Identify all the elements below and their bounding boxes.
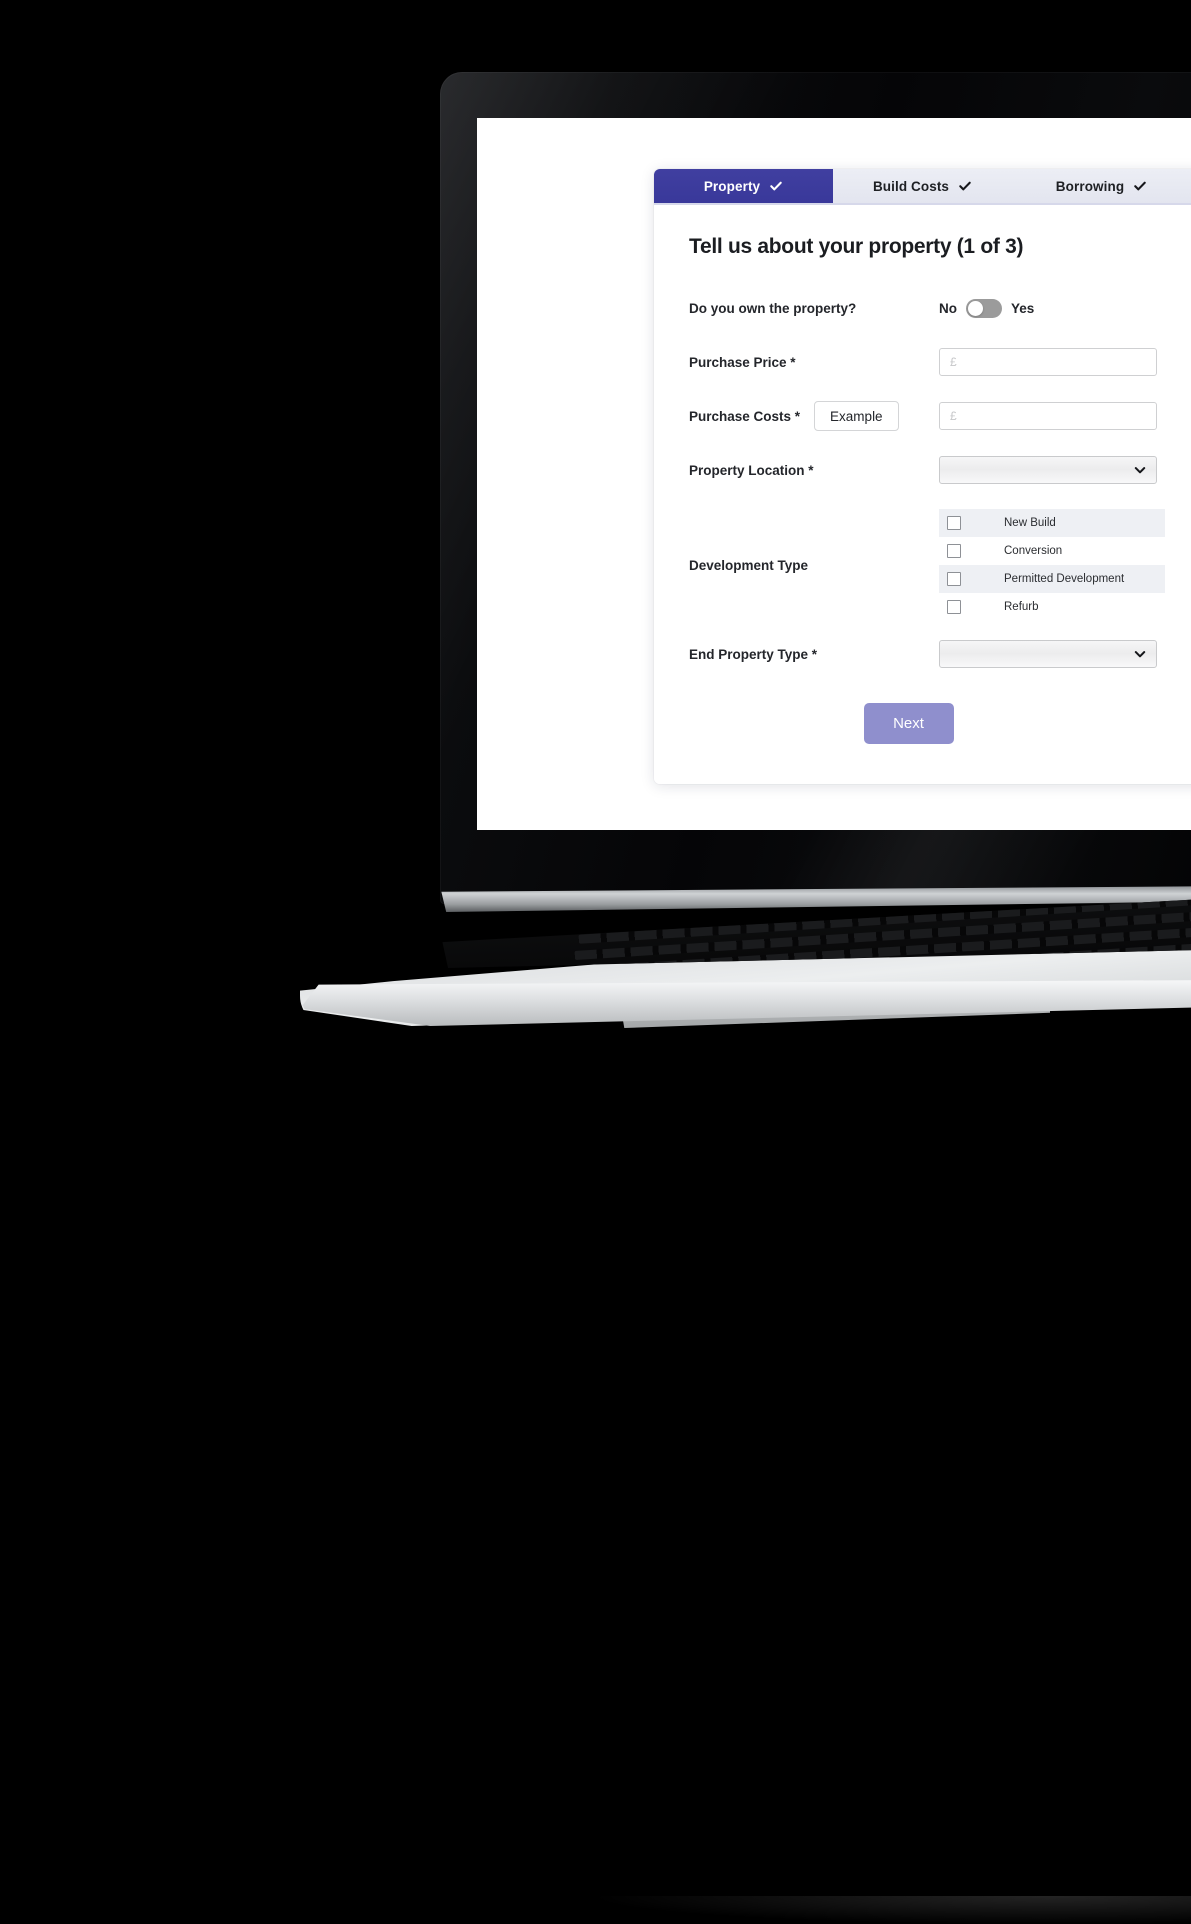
own-property-toggle[interactable] xyxy=(966,298,1002,318)
label-purchase-costs: Purchase Costs * Example xyxy=(689,401,939,431)
purchase-price-input[interactable] xyxy=(939,348,1157,376)
laptop-base xyxy=(300,896,1191,1924)
label-purchase-costs-text: Purchase Costs * xyxy=(689,408,801,424)
checkbox-label: Permitted Development xyxy=(1004,573,1125,585)
laptop-mockup: Property Build Costs Borrowing Tell us a… xyxy=(0,0,1191,1924)
laptop-display: Property Build Costs Borrowing Tell us a… xyxy=(477,118,1191,830)
label-development-type: Development Type xyxy=(689,557,809,573)
row-end-property-type: End Property Type * xyxy=(689,639,1191,669)
control-own-property: No Yes xyxy=(939,298,1191,318)
end-property-type-select[interactable] xyxy=(939,640,1157,668)
label-purchase-price: Purchase Price * xyxy=(689,354,796,370)
form-title: Tell us about your property (1 of 3) xyxy=(689,235,1024,258)
purchase-costs-example-button[interactable]: Example xyxy=(814,401,899,431)
checkbox-label: Conversion xyxy=(1004,545,1063,557)
row-own-property: Do you own the property? No Yes xyxy=(689,293,1191,323)
control-end-property-type xyxy=(939,640,1191,668)
control-purchase-price xyxy=(939,348,1191,376)
checkbox-label: Refurb xyxy=(1004,601,1039,613)
label-own-property: Do you own the property? xyxy=(689,300,857,316)
property-form-card: Property Build Costs Borrowing Tell us a… xyxy=(654,169,1191,784)
checkbox-row-new-build[interactable]: New Build xyxy=(939,509,1165,537)
label-end-property-type: End Property Type * xyxy=(689,646,818,662)
check-icon xyxy=(1133,179,1147,193)
own-property-toggle-group: No Yes xyxy=(939,298,1035,318)
checkbox-label: New Build xyxy=(1004,517,1056,529)
property-location-select[interactable] xyxy=(939,456,1157,484)
tab-property[interactable]: Property xyxy=(654,169,833,203)
checkbox-icon[interactable] xyxy=(947,516,961,530)
row-development-type: Development Type New Build Conversion Pe… xyxy=(689,509,1191,621)
checkbox-icon[interactable] xyxy=(947,544,961,558)
end-property-type-select-wrap xyxy=(939,640,1157,668)
purchase-costs-input[interactable] xyxy=(939,402,1157,430)
row-purchase-price: Purchase Price * xyxy=(689,347,1191,377)
checkbox-row-conversion[interactable]: Conversion xyxy=(939,537,1165,565)
checkbox-row-refurb[interactable]: Refurb xyxy=(939,593,1165,621)
wizard-tab-bar: Property Build Costs Borrowing xyxy=(654,169,1191,205)
next-button[interactable]: Next xyxy=(863,703,954,744)
checkbox-icon[interactable] xyxy=(947,600,961,614)
tab-borrowing[interactable]: Borrowing xyxy=(1012,169,1191,203)
toggle-off-label: No xyxy=(939,300,957,316)
toggle-knob xyxy=(968,300,983,316)
property-location-select-wrap xyxy=(939,456,1157,484)
control-property-location xyxy=(939,456,1191,484)
check-icon xyxy=(769,179,783,193)
development-type-checkbox-list: New Build Conversion Permitted Developme… xyxy=(939,509,1165,621)
form-body: Tell us about your property (1 of 3) Do … xyxy=(654,205,1191,784)
control-development-type: New Build Conversion Permitted Developme… xyxy=(939,509,1191,621)
app-page: Property Build Costs Borrowing Tell us a… xyxy=(477,118,1191,830)
checkbox-icon[interactable] xyxy=(947,572,961,586)
tab-build-costs-label: Build Costs xyxy=(872,178,950,194)
tab-borrowing-label: Borrowing xyxy=(1055,178,1125,194)
label-property-location: Property Location * xyxy=(689,462,814,478)
form-actions: Next xyxy=(689,703,1191,744)
check-icon xyxy=(958,179,972,193)
laptop-base-shadow xyxy=(600,1896,1191,1924)
tab-build-costs[interactable]: Build Costs xyxy=(833,169,1012,203)
tab-property-label: Property xyxy=(703,178,761,194)
row-purchase-costs: Purchase Costs * Example xyxy=(689,401,1191,431)
checkbox-row-permitted-development[interactable]: Permitted Development xyxy=(939,565,1165,593)
toggle-on-label: Yes xyxy=(1011,300,1035,316)
control-purchase-costs xyxy=(939,402,1191,430)
row-property-location: Property Location * xyxy=(689,455,1191,485)
